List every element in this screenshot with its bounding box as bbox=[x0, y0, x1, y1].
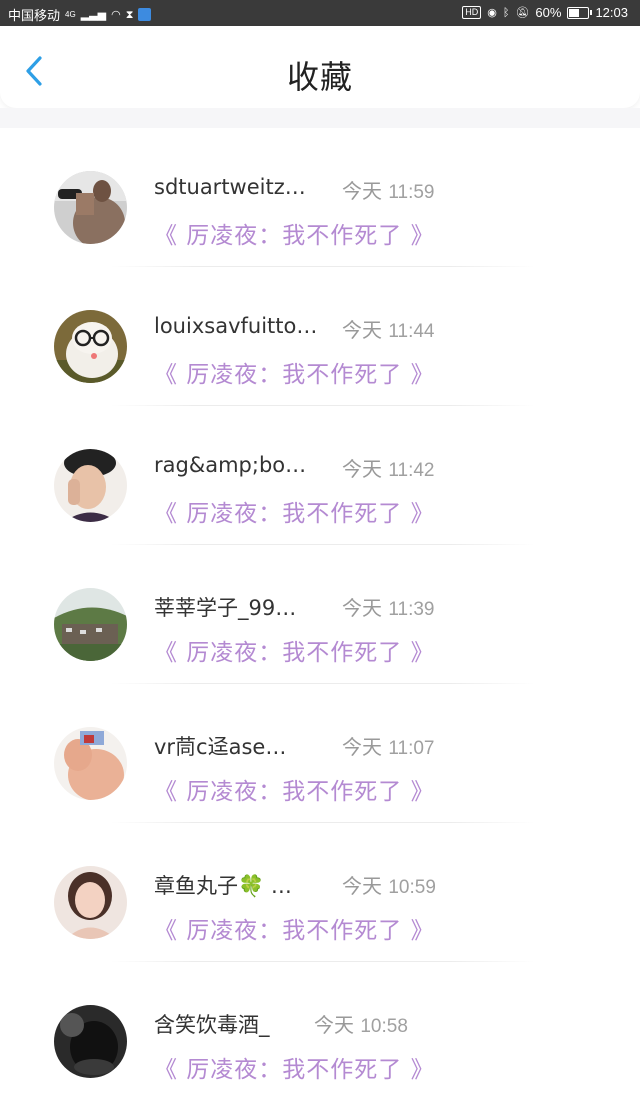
timestamp: 今天 11:59 bbox=[342, 175, 435, 204]
header-separator bbox=[0, 108, 640, 128]
username: vr茼c迳ase… bbox=[154, 735, 287, 759]
avatar[interactable] bbox=[54, 310, 127, 383]
book-title-link[interactable]: 《 厉凌夜：我不作死了 》 bbox=[154, 355, 435, 389]
bluetooth-icon: ᛒ bbox=[502, 6, 510, 19]
username: louixsavfuitto… bbox=[154, 314, 318, 338]
timestamp: 今天 11:42 bbox=[342, 453, 435, 482]
signal-icon: ▂▃▅ bbox=[80, 8, 107, 21]
timestamp: 今天 11:07 bbox=[342, 731, 435, 760]
status-bar: 中国移动 4G ▂▃▅ ◠ ⧗ HD ◉ ᛒ 🔕︎ 60% 12:03 bbox=[0, 0, 640, 26]
username: 章鱼丸子🍀 … bbox=[154, 874, 292, 898]
hd-icon: HD bbox=[462, 6, 482, 19]
list-item[interactable]: rag&amp;bo… 今天 11:42 《 厉凌夜：我不作死了 》 bbox=[0, 406, 640, 545]
username: rag&amp;bo… bbox=[154, 453, 307, 477]
timestamp-day: 今天 bbox=[342, 596, 382, 620]
timestamp-time: 11:42 bbox=[388, 460, 435, 481]
list-item[interactable]: sdtuartweitz… 今天 11:59 《 厉凌夜：我不作死了 》 bbox=[0, 128, 640, 267]
battery-icon bbox=[567, 6, 593, 19]
avatar[interactable] bbox=[54, 588, 127, 661]
username: 莘莘学子_99… bbox=[154, 596, 297, 620]
clock: 12:03 bbox=[595, 5, 628, 20]
network-type-label: 4G bbox=[65, 9, 76, 19]
book-title-link[interactable]: 《 厉凌夜：我不作死了 》 bbox=[154, 633, 435, 667]
app-notification-icon bbox=[138, 8, 152, 21]
hourglass-icon: ⧗ bbox=[125, 8, 134, 21]
book-title-link[interactable]: 《 厉凌夜：我不作死了 》 bbox=[154, 772, 435, 806]
avatar[interactable] bbox=[54, 171, 127, 244]
list-item[interactable]: vr茼c迳ase… 今天 11:07 《 厉凌夜：我不作死了 》 bbox=[0, 684, 640, 823]
username: sdtuartweitz… bbox=[154, 175, 306, 199]
list-item[interactable]: 含笑饮毒酒_ 今天 10:58 《 厉凌夜：我不作死了 》 bbox=[0, 962, 640, 1101]
timestamp-time: 10:59 bbox=[388, 877, 436, 898]
book-title-link[interactable]: 《 厉凌夜：我不作死了 》 bbox=[154, 911, 435, 945]
timestamp-time: 11:59 bbox=[388, 182, 435, 203]
timestamp-time: 11:39 bbox=[388, 599, 435, 620]
avatar[interactable] bbox=[54, 449, 127, 522]
carrier-label: 中国移动 bbox=[8, 8, 61, 23]
timestamp-time: 11:07 bbox=[388, 738, 435, 759]
list-item[interactable]: 章鱼丸子🍀 … 今天 10:59 《 厉凌夜：我不作死了 》 bbox=[0, 823, 640, 962]
timestamp-day: 今天 bbox=[342, 457, 382, 481]
timestamp-day: 今天 bbox=[342, 874, 382, 898]
book-title-link[interactable]: 《 厉凌夜：我不作死了 》 bbox=[154, 216, 435, 250]
favorites-list: sdtuartweitz… 今天 11:59 《 厉凌夜：我不作死了 》 lou… bbox=[0, 128, 640, 1101]
timestamp: 今天 10:58 bbox=[314, 1009, 408, 1038]
battery-percent: 60% bbox=[535, 5, 562, 20]
avatar[interactable] bbox=[54, 727, 127, 800]
avatar[interactable] bbox=[54, 866, 127, 939]
timestamp-day: 今天 bbox=[314, 1013, 354, 1037]
timestamp: 今天 11:44 bbox=[342, 314, 435, 343]
timestamp-day: 今天 bbox=[342, 735, 382, 759]
timestamp: 今天 10:59 bbox=[342, 870, 436, 899]
list-item[interactable]: louixsavfuitto… 今天 11:44 《 厉凌夜：我不作死了 》 bbox=[0, 267, 640, 406]
eye-icon: ◉ bbox=[487, 6, 497, 19]
wifi-icon: ◠ bbox=[111, 8, 121, 21]
book-title-link[interactable]: 《 厉凌夜：我不作死了 》 bbox=[154, 494, 435, 528]
timestamp-day: 今天 bbox=[342, 179, 382, 203]
page-title: 收藏 bbox=[286, 58, 353, 96]
mute-icon: 🔕︎ bbox=[515, 6, 530, 19]
book-title-link[interactable]: 《 厉凌夜：我不作死了 》 bbox=[154, 1050, 435, 1084]
timestamp-time: 10:58 bbox=[360, 1016, 408, 1037]
timestamp-day: 今天 bbox=[342, 318, 382, 342]
app-header: 收藏 bbox=[0, 26, 640, 108]
list-item[interactable]: 莘莘学子_99… 今天 11:39 《 厉凌夜：我不作死了 》 bbox=[0, 545, 640, 684]
username: 含笑饮毒酒_ bbox=[154, 1013, 270, 1037]
timestamp: 今天 11:39 bbox=[342, 592, 435, 621]
avatar[interactable] bbox=[54, 1005, 127, 1078]
timestamp-time: 11:44 bbox=[388, 321, 435, 342]
